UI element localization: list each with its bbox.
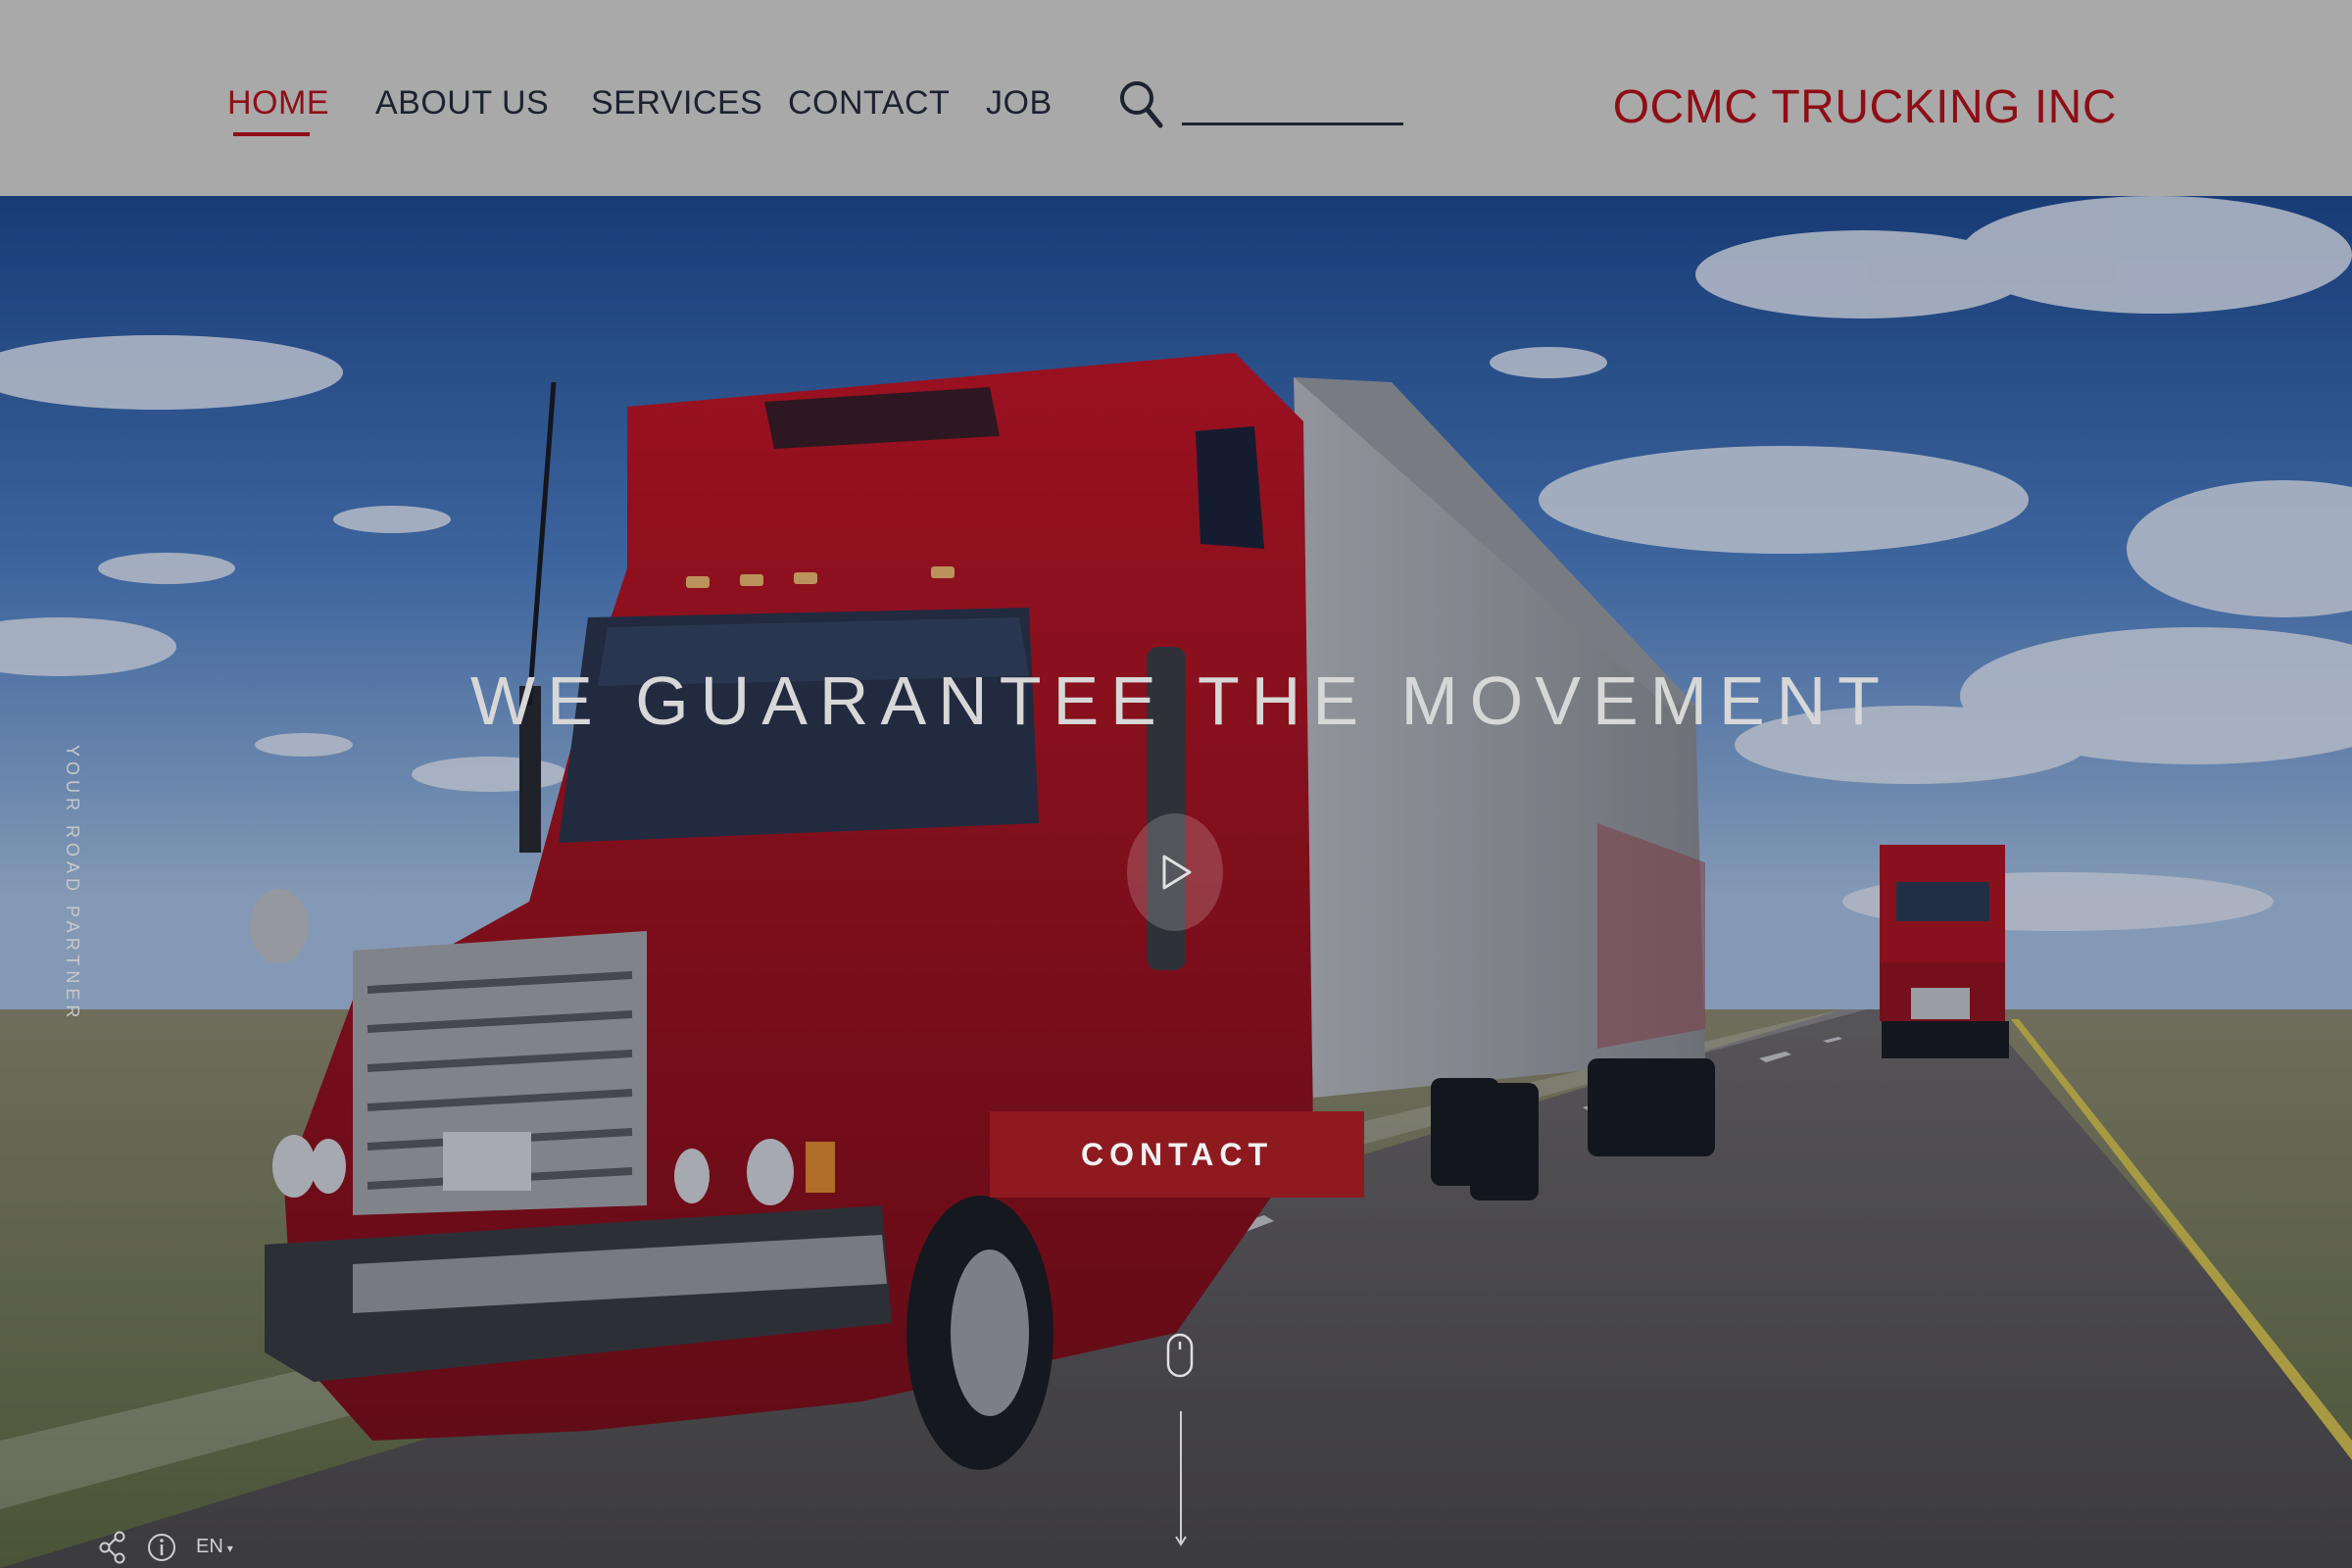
chevron-down-icon: ▾	[226, 1542, 233, 1555]
play-video-button[interactable]	[1127, 813, 1223, 931]
scroll-down-arrow-icon[interactable]	[1174, 1411, 1188, 1548]
hero-contact-button[interactable]: CONTACT	[990, 1111, 1364, 1198]
side-tagline: YOUR ROAD PARTNER	[63, 745, 82, 1023]
search-icon[interactable]	[1117, 76, 1166, 131]
site-header: HOME ABOUT US SERVICES CONTACT JOB OCMC …	[0, 0, 2352, 196]
play-icon	[1162, 855, 1192, 890]
language-label: EN	[196, 1536, 223, 1557]
page: HOME ABOUT US SERVICES CONTACT JOB OCMC …	[0, 0, 2352, 1568]
hero-headline: WE GUARANTEE THE MOVEMENT	[470, 662, 1891, 739]
language-selector[interactable]: EN ▾	[196, 1536, 233, 1558]
nav-item-home[interactable]: HOME	[227, 84, 329, 122]
mouse-icon[interactable]	[1166, 1333, 1194, 1378]
brand-name[interactable]: OCMC TRUCKING INC	[1613, 80, 2117, 134]
nav-item-job[interactable]: JOB	[986, 84, 1053, 122]
share-icon[interactable]	[98, 1531, 127, 1564]
search-input[interactable]	[1182, 86, 1403, 125]
nav-item-about-us[interactable]: ABOUT US	[375, 84, 549, 122]
nav-item-services[interactable]: SERVICES	[591, 84, 762, 122]
nav-item-contact[interactable]: CONTACT	[788, 84, 950, 122]
hero-section: WE GUARANTEE THE MOVEMENT YOUR ROAD PART…	[0, 196, 2352, 1568]
active-nav-indicator	[233, 132, 310, 136]
info-icon[interactable]	[147, 1533, 176, 1562]
